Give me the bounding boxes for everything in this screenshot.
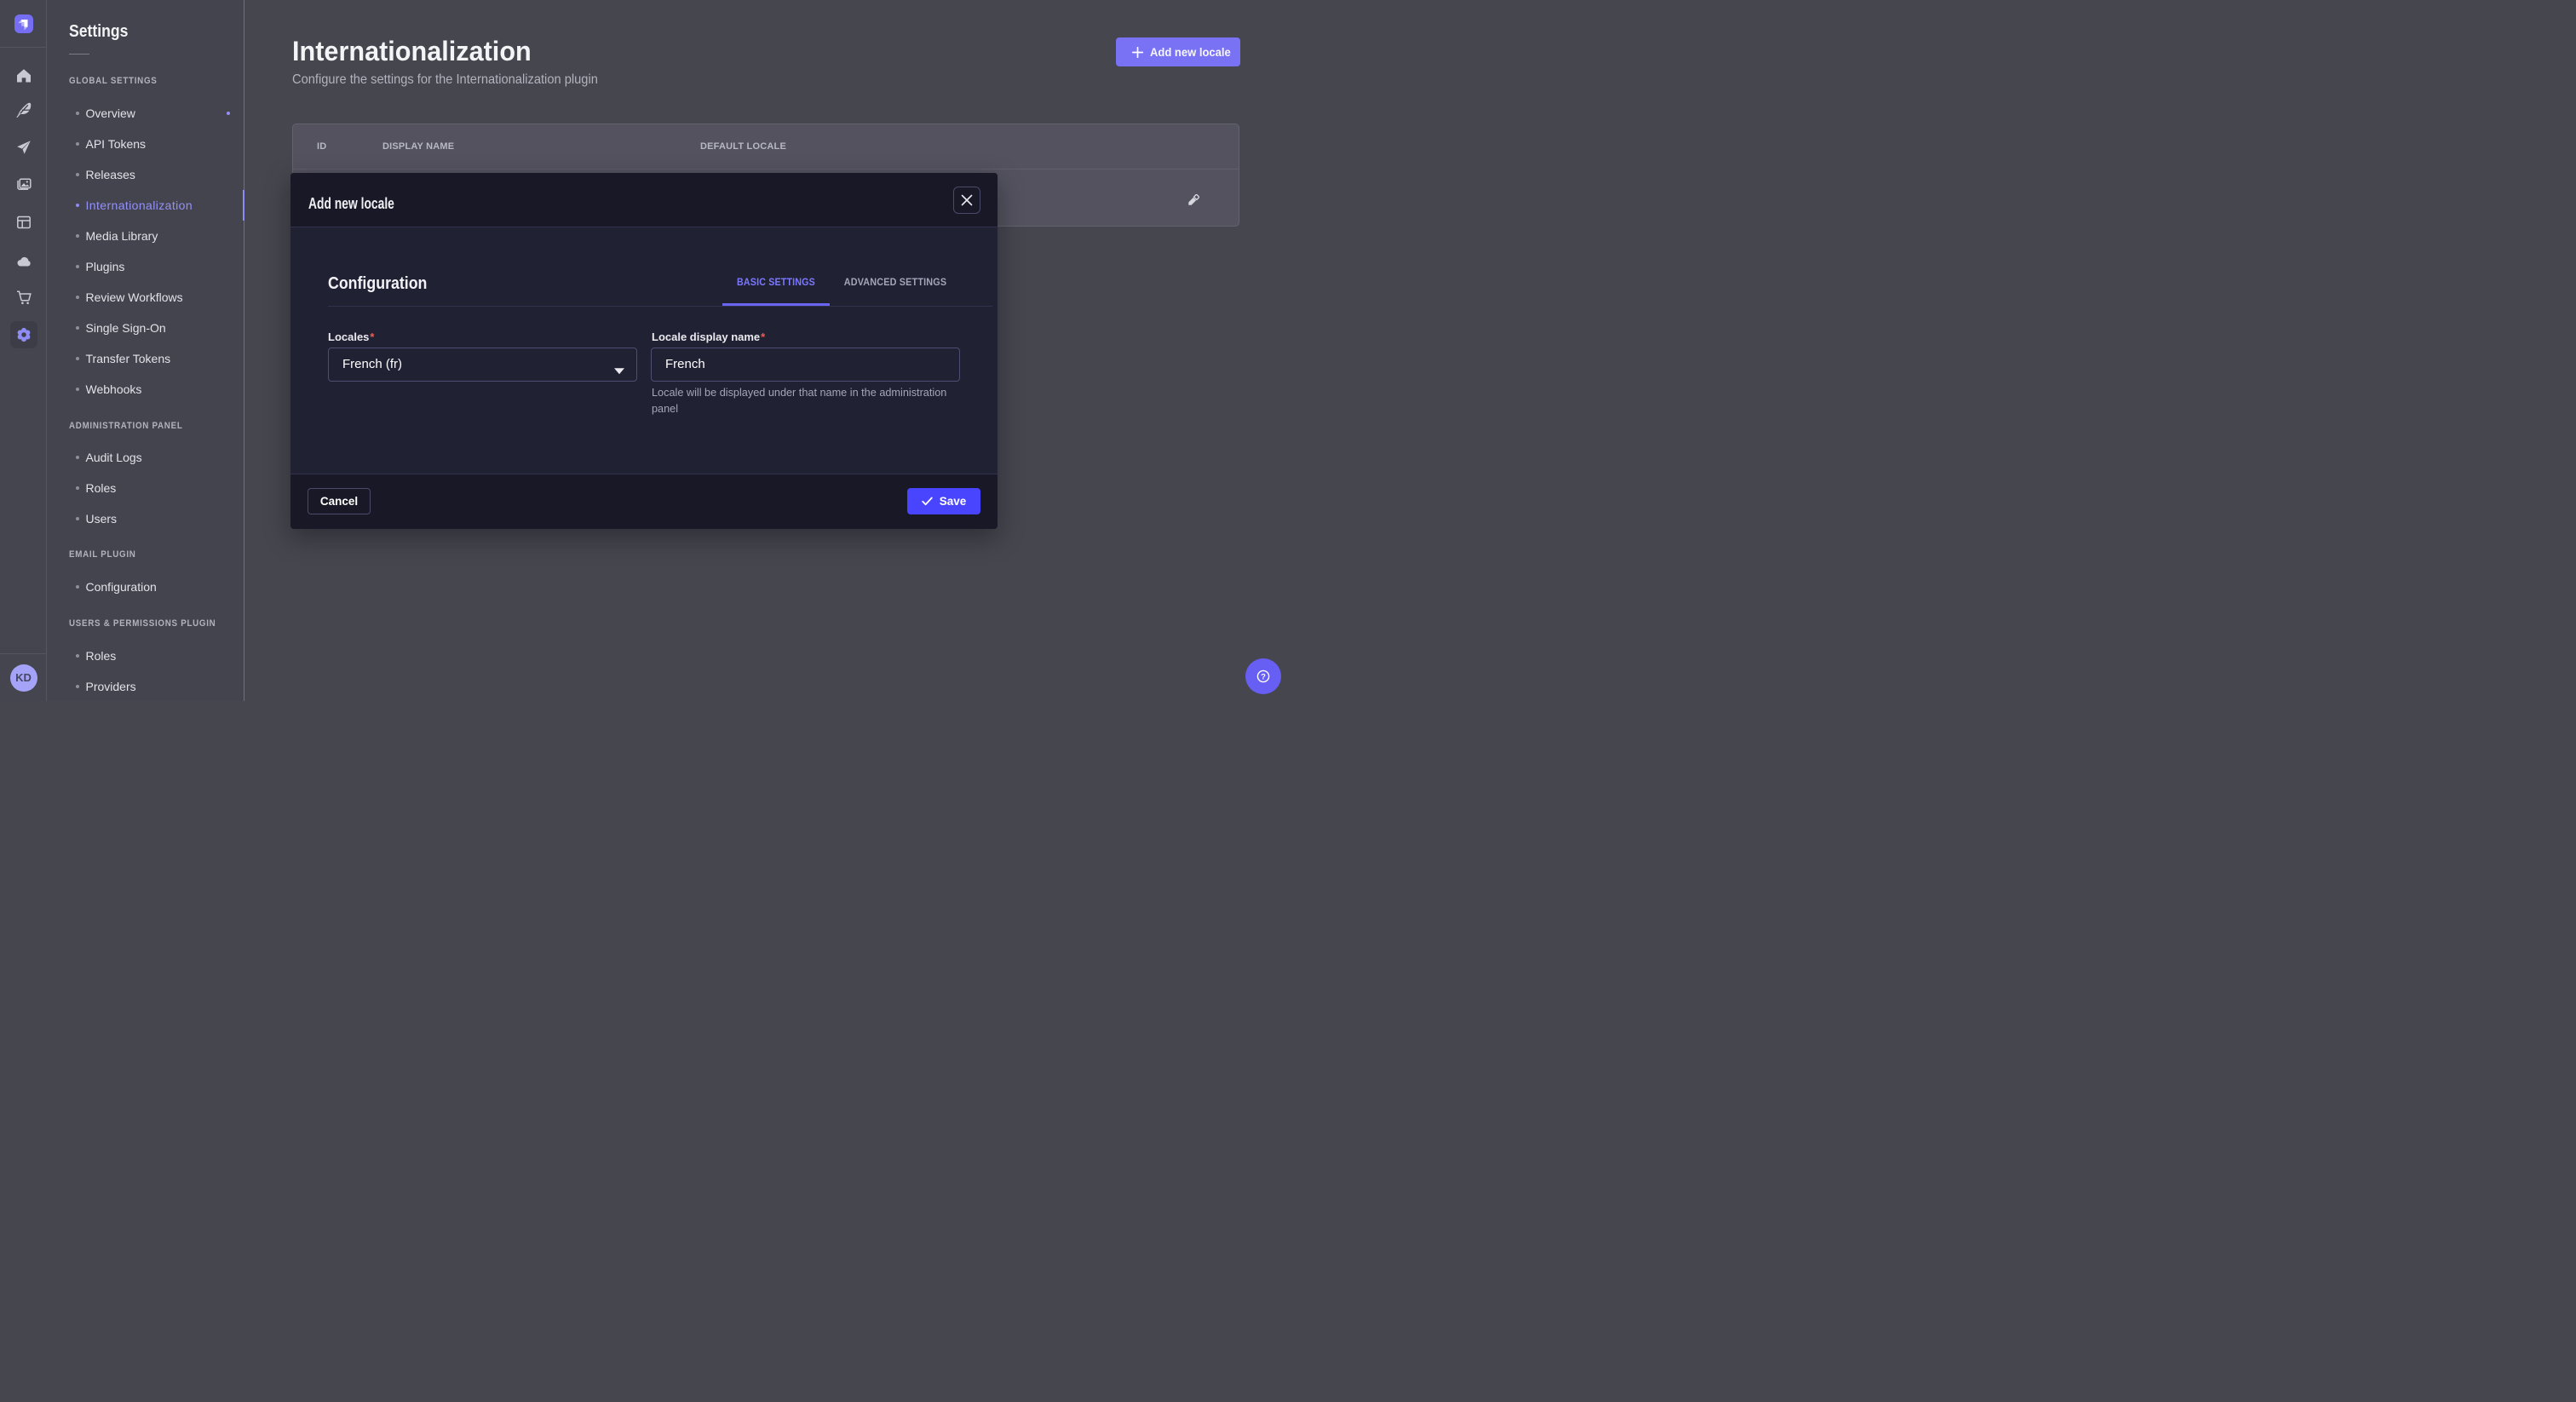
svg-text:?: ? [1261, 672, 1266, 681]
